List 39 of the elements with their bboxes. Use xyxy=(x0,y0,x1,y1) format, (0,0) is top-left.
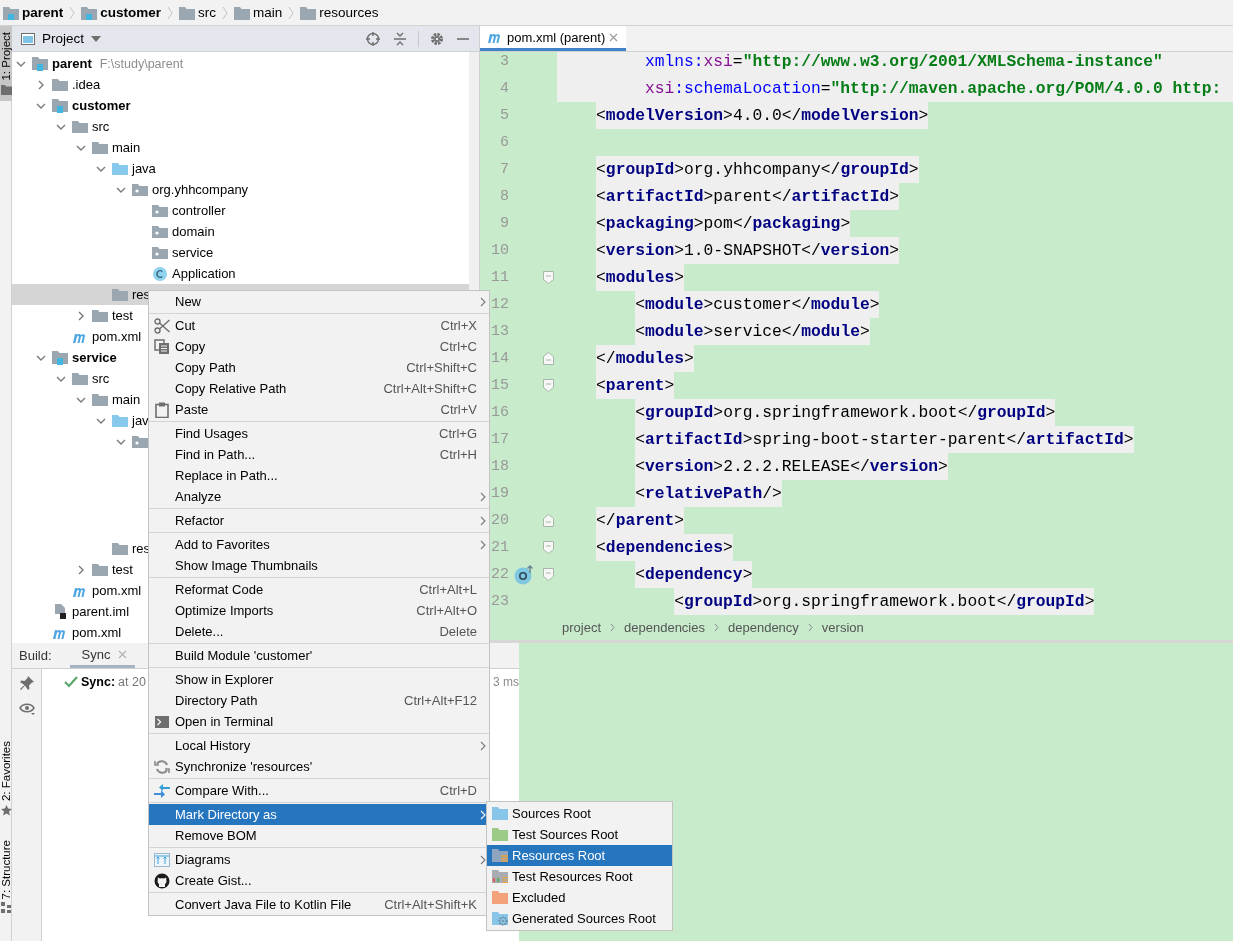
shortcut: Ctrl+H xyxy=(439,447,477,462)
shortcut: Ctrl+D xyxy=(439,783,477,798)
line-number: 7 xyxy=(499,161,509,178)
log-time: 3 ms xyxy=(493,675,519,689)
log-title: Sync: xyxy=(81,675,116,689)
project-path: F:\study\parent xyxy=(99,56,184,71)
shortcut: Ctrl+Alt+Shift+K xyxy=(384,897,477,912)
line-number: 15 xyxy=(491,377,509,394)
line-number: 5 xyxy=(499,107,509,124)
panel-title: Build: xyxy=(18,647,53,665)
line-number: 22 xyxy=(491,566,509,583)
line-number: 23 xyxy=(491,593,509,610)
shortcut: Ctrl+Alt+O xyxy=(416,603,477,618)
shortcut: Ctrl+Alt+Shift+C xyxy=(383,381,477,396)
shortcut: Ctrl+Shift+C xyxy=(406,360,477,375)
shortcut: Ctrl+X xyxy=(440,318,477,333)
shortcut: Ctrl+G xyxy=(439,426,477,441)
shortcut: Ctrl+Alt+L xyxy=(419,582,477,597)
line-number: 21 xyxy=(491,539,509,556)
line-number: 10 xyxy=(491,242,509,259)
shortcut: Delete xyxy=(439,624,477,639)
line-number: 11 xyxy=(491,269,509,286)
line-number: 17 xyxy=(491,431,509,448)
shortcut: Ctrl+C xyxy=(439,339,477,354)
line-number: 18 xyxy=(491,458,509,475)
line-number: 19 xyxy=(491,485,509,502)
line-number: 13 xyxy=(491,323,509,340)
line-number: 16 xyxy=(491,404,509,421)
line-number: 12 xyxy=(491,296,509,313)
line-number: 8 xyxy=(499,188,509,205)
line-number: 9 xyxy=(499,215,509,232)
line-number: 3 xyxy=(499,53,509,70)
line-number: 20 xyxy=(491,512,509,529)
shortcut: Ctrl+V xyxy=(440,402,477,417)
line-number: 6 xyxy=(499,134,509,151)
shortcut: Ctrl+Alt+F12 xyxy=(404,693,477,708)
line-number: 4 xyxy=(499,80,509,97)
log-text: at 20 xyxy=(118,675,146,689)
line-number: 14 xyxy=(491,350,509,367)
